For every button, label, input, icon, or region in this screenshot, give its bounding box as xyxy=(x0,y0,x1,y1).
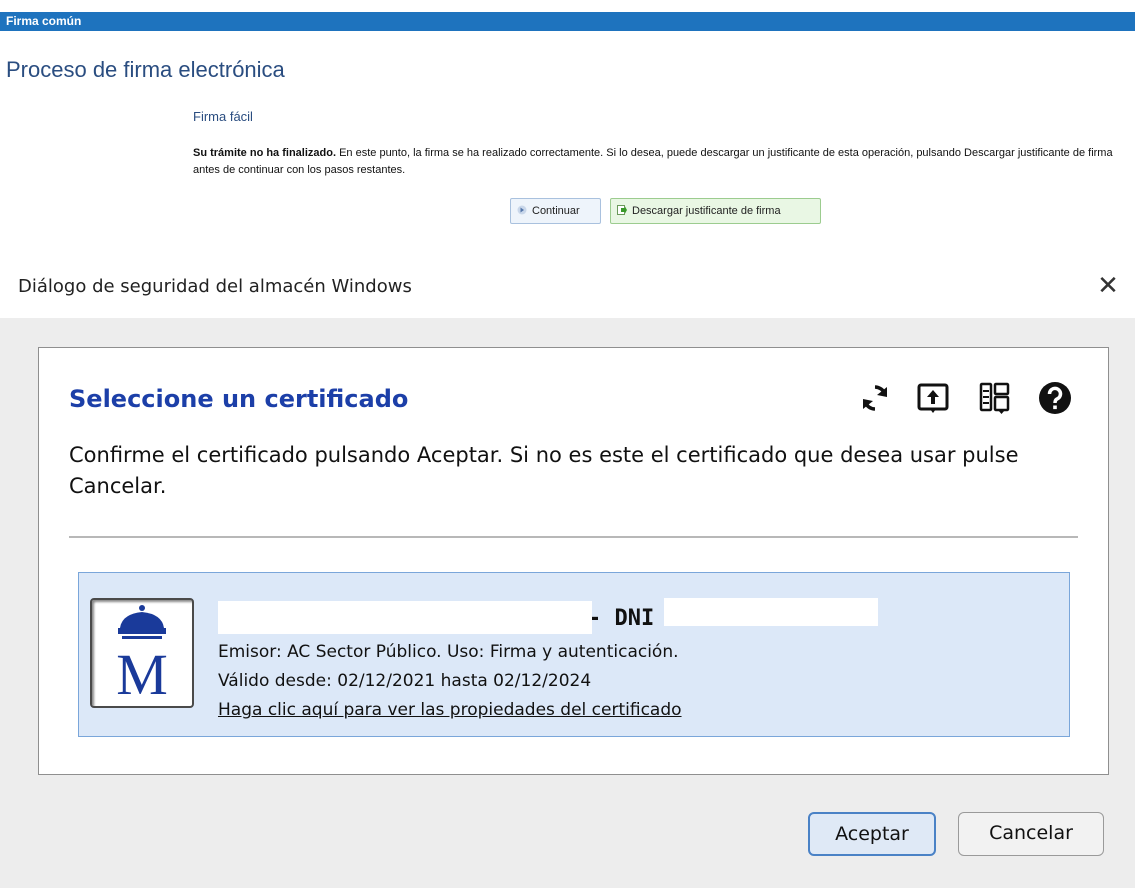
notice-bold: Su trámite no ha finalizado. xyxy=(193,147,337,159)
help-icon[interactable] xyxy=(1038,381,1072,415)
redacted-block xyxy=(664,598,878,626)
divider xyxy=(69,536,1078,538)
fnmt-certificate-logo: M xyxy=(90,598,194,708)
dialog-title: Diálogo de seguridad del almacén Windows xyxy=(18,276,412,297)
certificate-properties-link[interactable]: Haga clic aquí para ver las propiedades … xyxy=(218,700,682,720)
section-header: Firma común xyxy=(0,12,1135,31)
continue-label: Continuar xyxy=(532,205,580,217)
certificate-validity: Válido desde: 02/12/2021 hasta 02/12/202… xyxy=(218,671,592,691)
dialog-heading: Seleccione un certificado xyxy=(69,385,409,413)
continue-button[interactable]: Continuar xyxy=(510,198,601,224)
refresh-icon[interactable] xyxy=(858,381,892,415)
download-receipt-button[interactable]: Descargar justificante de firma xyxy=(610,198,821,224)
close-icon[interactable]: ✕ xyxy=(1096,273,1120,299)
open-certificate-icon[interactable] xyxy=(916,381,950,415)
instruction-text: Confirme el certificado pulsando Aceptar… xyxy=(69,443,1019,498)
download-icon xyxy=(617,205,627,215)
redacted-block xyxy=(218,601,592,634)
certificate-name-visible: - DNI xyxy=(588,606,655,631)
signature-type-title: Firma fácil xyxy=(193,109,253,124)
status-notice: Su trámite no ha finalizado. En este pun… xyxy=(193,145,1113,179)
page-title: Proceso de firma electrónica xyxy=(6,57,285,82)
certificate-issuer: Emisor: AC Sector Público. Uso: Firma y … xyxy=(218,642,679,662)
svg-text:M: M xyxy=(116,642,168,706)
download-label: Descargar justificante de firma xyxy=(632,205,781,217)
accept-button[interactable]: Aceptar xyxy=(808,812,936,856)
arrow-right-icon xyxy=(517,205,527,215)
show-all-certificates-icon[interactable] xyxy=(978,381,1012,415)
crown-m-icon: M xyxy=(116,605,168,707)
cancel-button[interactable]: Cancelar xyxy=(958,812,1104,856)
